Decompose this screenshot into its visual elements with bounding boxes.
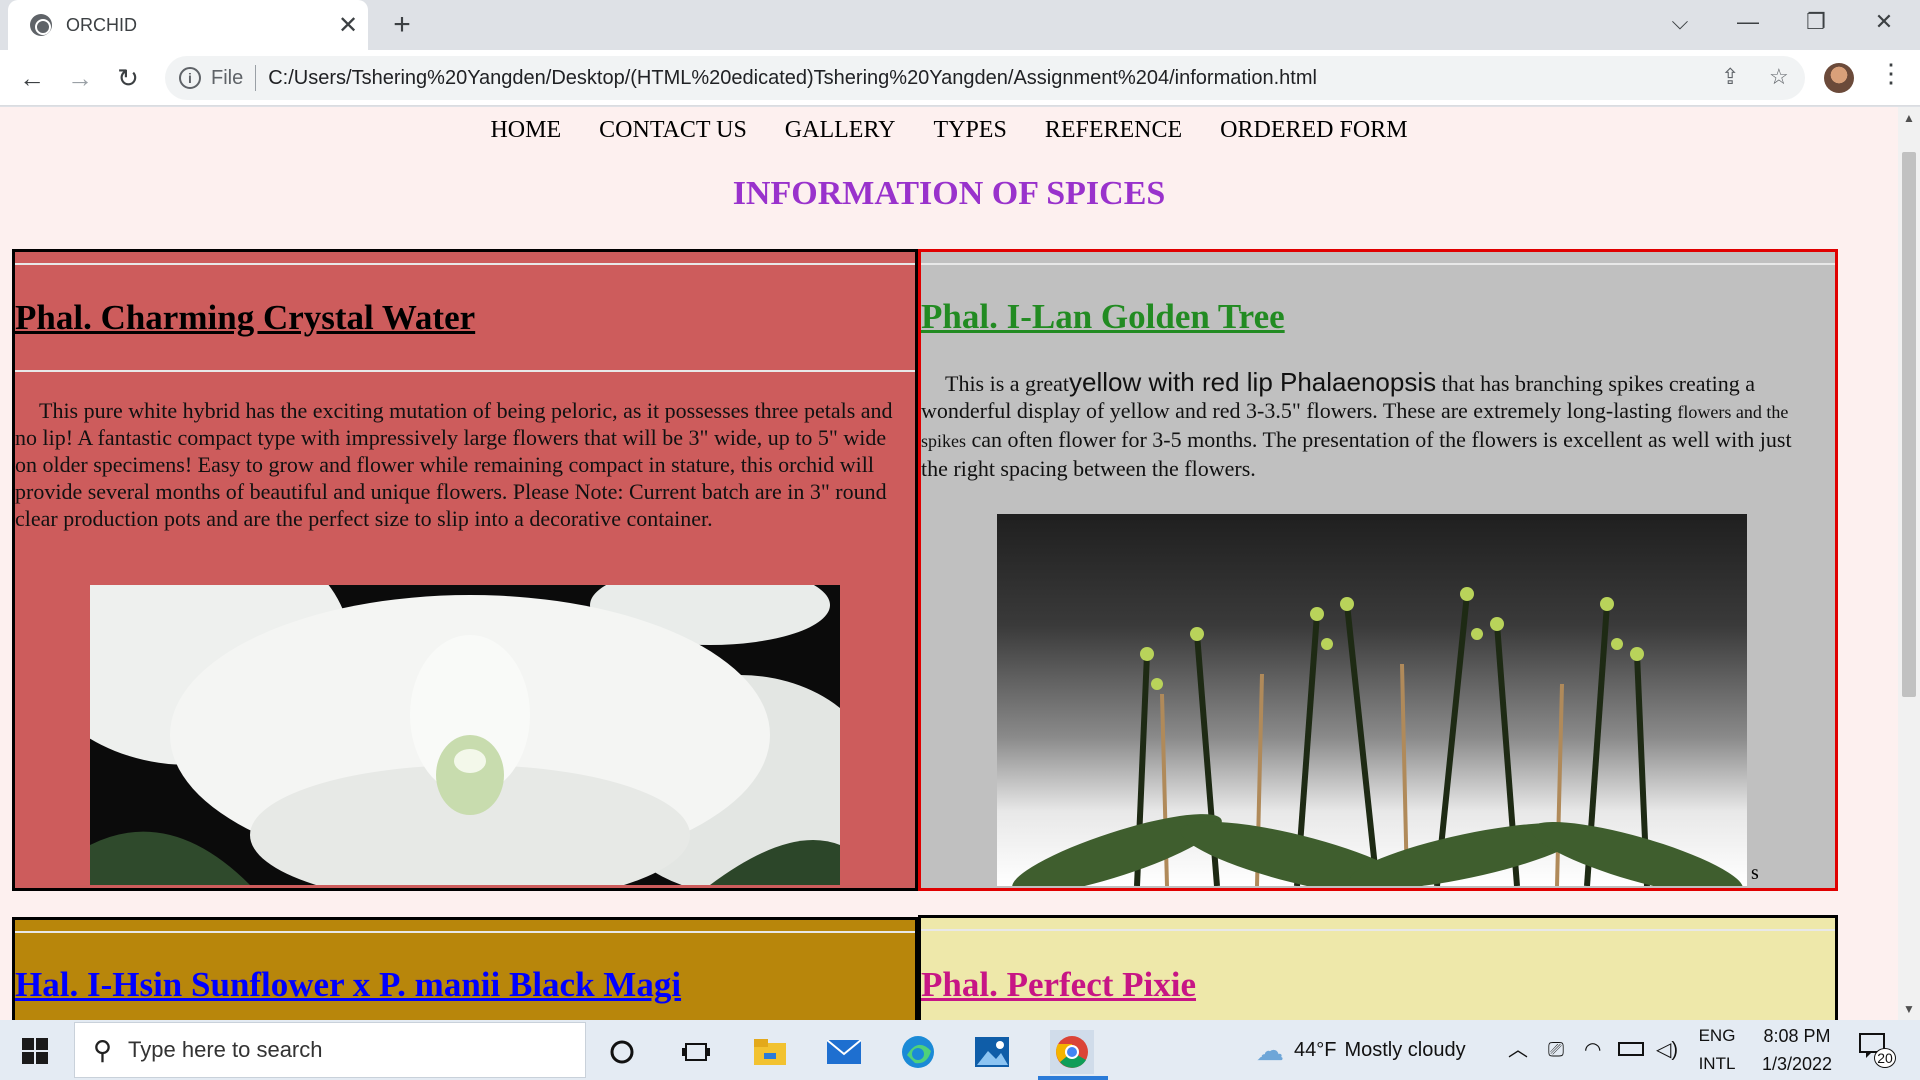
volume-icon[interactable]: ◁) [1656, 1020, 1678, 1080]
divider [15, 931, 915, 933]
notification-badge: 20 [1874, 1048, 1896, 1068]
task-view-icon[interactable] [674, 1030, 718, 1074]
windows-taskbar: ⚲ Type here to search ☁ 44°F Mostly clou… [0, 1020, 1920, 1080]
battery-icon[interactable] [1618, 1042, 1644, 1056]
omnibox-divider [255, 65, 257, 91]
address-bar[interactable]: i File C:/Users/Tshering%20Yangden/Deskt… [165, 56, 1805, 100]
restore-button[interactable]: ❐ [1788, 0, 1844, 44]
scrollbar-thumb[interactable] [1902, 152, 1916, 697]
page-title: INFORMATION OF SPICES [732, 175, 1166, 212]
bookmark-star-icon[interactable]: ☆ [1769, 64, 1789, 90]
weather-temp: 44°F [1294, 1038, 1337, 1061]
page-scrollbar[interactable]: ▲ ▼ [1898, 107, 1920, 1020]
trailing-text: s [1751, 862, 1759, 884]
weather-widget[interactable]: ☁ 44°F Mostly cloudy [1256, 1020, 1466, 1080]
orchid-photo-spikes [997, 514, 1747, 886]
page-viewport: HOME CONTACT US GALLERY TYPES REFERENCE … [0, 107, 1898, 1020]
active-app-indicator [1038, 1076, 1108, 1080]
site-info-icon[interactable]: i [179, 67, 201, 89]
search-placeholder: Type here to search [128, 1037, 323, 1062]
species-card: Hal. I-Hsin Sunflower x P. manii Black M… [12, 917, 918, 1020]
species-card: Phal. Charming Crystal Water This pure w… [12, 249, 918, 891]
new-tab-button[interactable]: + [385, 8, 419, 42]
divider [15, 370, 915, 372]
globe-icon [30, 14, 52, 36]
back-button[interactable]: ← [14, 60, 50, 96]
reload-button[interactable]: ↻ [110, 60, 146, 96]
nav-link-gallery[interactable]: GALLERY [785, 117, 896, 143]
minimize-button[interactable]: — [1720, 0, 1776, 44]
nav-link-reference[interactable]: REFERENCE [1045, 117, 1182, 143]
close-window-button[interactable]: ✕ [1856, 0, 1912, 44]
share-icon[interactable]: ⇪ [1721, 64, 1739, 90]
weather-condition: Mostly cloudy [1344, 1038, 1466, 1061]
close-tab-icon[interactable]: ✕ [328, 11, 368, 40]
windows-start-icon[interactable] [22, 1038, 48, 1064]
chevron-up-icon[interactable]: ︿ [1508, 1020, 1528, 1080]
species-heading[interactable]: Hal. I-Hsin Sunflower x P. manii Black M… [15, 965, 681, 1005]
tab-title: ORCHID [66, 14, 137, 35]
tab-search-icon[interactable]: ⌵ [1652, 0, 1708, 44]
mail-icon[interactable] [822, 1030, 866, 1074]
species-heading[interactable]: Phal. Charming Crystal Water [15, 298, 475, 338]
notification-center-icon[interactable]: 20 [1858, 1032, 1896, 1068]
clock-date: 1/3/2022 [1761, 1054, 1833, 1074]
taskbar-search-box[interactable]: ⚲ Type here to search [74, 1022, 586, 1078]
url-text[interactable]: C:/Users/Tshering%20Yangden/Desktop/(HTM… [268, 67, 1317, 90]
cortana-icon[interactable] [600, 1030, 644, 1074]
description-text: This is a great [945, 371, 1070, 396]
divider [921, 263, 1835, 265]
scheme-label: File [211, 66, 244, 89]
description-emphasis: yellow with red lip Phalaenopsis [1069, 367, 1437, 397]
white-orchid-image [90, 585, 840, 885]
browser-menu-icon[interactable]: ⋮ [1878, 58, 1904, 89]
nav-link-contact-us[interactable]: CONTACT US [599, 117, 747, 143]
profile-avatar[interactable] [1824, 63, 1854, 93]
nav-link-ordered-form[interactable]: ORDERED FORM [1220, 117, 1407, 143]
divider [921, 929, 1835, 931]
partly-cloudy-icon: ☁ [1256, 1034, 1284, 1066]
scroll-up-arrow[interactable]: ▲ [1898, 111, 1920, 125]
browser-toolbar: ← → ↻ i File C:/Users/Tshering%20Yangden… [0, 50, 1920, 106]
tab-strip: ORCHID ✕ + ⌵ — ❐ ✕ [0, 0, 1920, 50]
species-card: Phal. I-Lan Golden Tree This is a greaty… [918, 249, 1838, 891]
site-navigation: HOME CONTACT US GALLERY TYPES REFERENCE … [0, 117, 1898, 144]
nav-link-home[interactable]: HOME [490, 117, 561, 143]
species-description: This is a greatyellow with red lip Phala… [921, 369, 1821, 482]
file-explorer-icon[interactable] [748, 1030, 792, 1074]
scroll-down-arrow[interactable]: ▼ [1898, 1002, 1920, 1016]
forward-button[interactable]: → [62, 60, 98, 96]
species-heading[interactable]: Phal. Perfect Pixie [921, 965, 1196, 1005]
chrome-icon[interactable] [1050, 1030, 1094, 1074]
language-indicator[interactable]: ENG INTL [1692, 1020, 1742, 1080]
clock-time: 8:08 PM [1763, 1026, 1831, 1046]
language-secondary: INTL [1698, 1054, 1736, 1073]
divider [15, 263, 915, 265]
description-text: can often flower for 3-5 months. The pre… [921, 427, 1792, 481]
browser-tab[interactable]: ORCHID ✕ [8, 0, 368, 50]
system-clock[interactable]: 8:08 PM 1/3/2022 [1752, 1020, 1842, 1080]
orchid-spikes-image [1012, 587, 1743, 886]
species-card: Phal. Perfect Pixie [918, 915, 1838, 1020]
species-heading[interactable]: Phal. I-Lan Golden Tree [921, 297, 1285, 337]
search-icon: ⚲ [93, 1034, 113, 1065]
language-primary: ENG [1698, 1026, 1736, 1045]
wifi-icon[interactable]: ◠ [1584, 1020, 1601, 1080]
orchid-photo-white [90, 585, 840, 885]
meet-now-icon[interactable]: ⎚ [1548, 1020, 1564, 1080]
nav-link-types[interactable]: TYPES [933, 117, 1006, 143]
edge-browser-icon[interactable] [896, 1030, 940, 1074]
photos-icon[interactable] [970, 1030, 1014, 1074]
species-description: This pure white hybrid has the exciting … [15, 398, 893, 531]
